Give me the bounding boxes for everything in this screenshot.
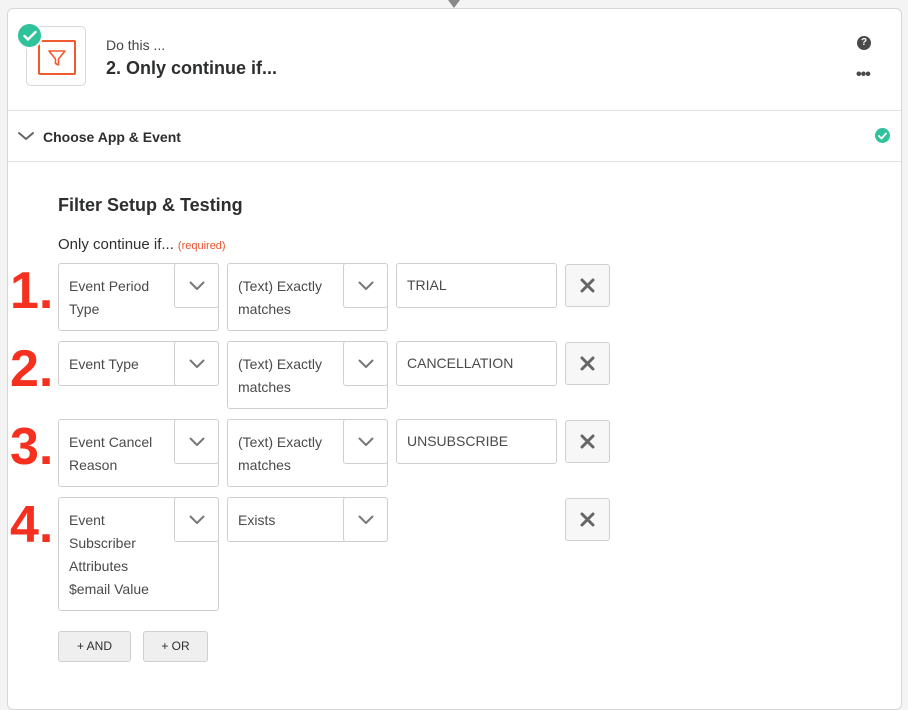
field-select-arrow[interactable] [174,497,219,542]
field-select-value: Event Type [69,356,139,372]
condition-select-arrow[interactable] [343,497,388,542]
add-or-button[interactable]: + OR [143,631,208,662]
divider [8,110,901,111]
divider [8,161,901,162]
close-icon [580,434,595,449]
chevron-down-icon [189,437,205,446]
required-marker: (required) [177,240,226,252]
step-complete-check-icon [16,22,43,49]
chevron-down-icon [358,437,374,446]
condition-select-arrow[interactable] [343,419,388,464]
remove-condition-button[interactable] [565,264,610,307]
remove-condition-button[interactable] [565,342,610,385]
field-select-value: Event Cancel Reason [69,434,153,473]
chevron-down-icon [358,281,374,290]
value-input[interactable]: TRIAL [396,263,557,308]
condition-select-value: (Text) Exactly matches [238,278,323,317]
step-title: 2. Only continue if... [106,58,278,78]
row-number: 3. [10,418,54,476]
condition-select-arrow[interactable] [343,263,388,308]
add-and-button[interactable]: + AND [58,631,131,662]
field-select[interactable]: Event Period Type [58,263,219,331]
condition-select[interactable]: Exists [227,497,388,542]
remove-condition-button[interactable] [565,420,610,463]
filter-icon [48,50,66,66]
condition-select-arrow[interactable] [343,341,388,386]
row-number: 4. [10,496,54,554]
condition-select[interactable]: (Text) Exactly matches [227,419,388,487]
value-input-text: UNSUBSCRIBE [407,433,509,449]
value-input-text: TRIAL [407,277,447,293]
more-options-icon[interactable]: ••• [856,67,871,83]
filter-setup-heading: Filter Setup & Testing [58,195,243,215]
field-select[interactable]: Event Cancel Reason [58,419,219,487]
row-number: 2. [10,340,54,398]
step-kicker: Do this ... [106,37,166,53]
field-select-value: Event Period Type [69,278,150,317]
condition-select[interactable]: (Text) Exactly matches [227,263,388,331]
step-card: Do this ... 2. Only continue if... ? •••… [7,8,902,710]
row-number: 1. [10,262,54,320]
value-input[interactable]: UNSUBSCRIBE [396,419,557,464]
field-select-arrow[interactable] [174,263,219,308]
field-select[interactable]: Event Subscriber Attributes $email Value [58,497,219,611]
remove-condition-button[interactable] [565,498,610,541]
chevron-down-icon [358,359,374,368]
chevron-down-icon [189,515,205,524]
chevron-down-icon [358,515,374,524]
section-complete-check-icon [875,128,890,143]
only-continue-label: Only continue if... (required) [58,236,226,253]
chevron-down-icon[interactable] [17,129,35,143]
close-icon [580,278,595,293]
step-connector-arrow [448,0,460,8]
field-select-arrow[interactable] [174,341,219,386]
only-continue-text: Only continue if... [58,236,174,253]
field-select[interactable]: Event Type [58,341,219,386]
chevron-down-icon [189,281,205,290]
field-select-arrow[interactable] [174,419,219,464]
help-icon[interactable]: ? [857,36,871,50]
value-input[interactable]: CANCELLATION [396,341,557,386]
section-choose-app-event[interactable]: Choose App & Event [43,129,181,145]
condition-select-value: Exists [238,512,276,528]
chevron-down-icon [189,359,205,368]
field-select-value: Event Subscriber Attributes $email Value [69,512,149,597]
value-input-text: CANCELLATION [407,355,514,371]
close-icon [580,356,595,371]
condition-select-value: (Text) Exactly matches [238,434,323,473]
condition-select[interactable]: (Text) Exactly matches [227,341,388,409]
close-icon [580,512,595,527]
condition-select-value: (Text) Exactly matches [238,356,323,395]
